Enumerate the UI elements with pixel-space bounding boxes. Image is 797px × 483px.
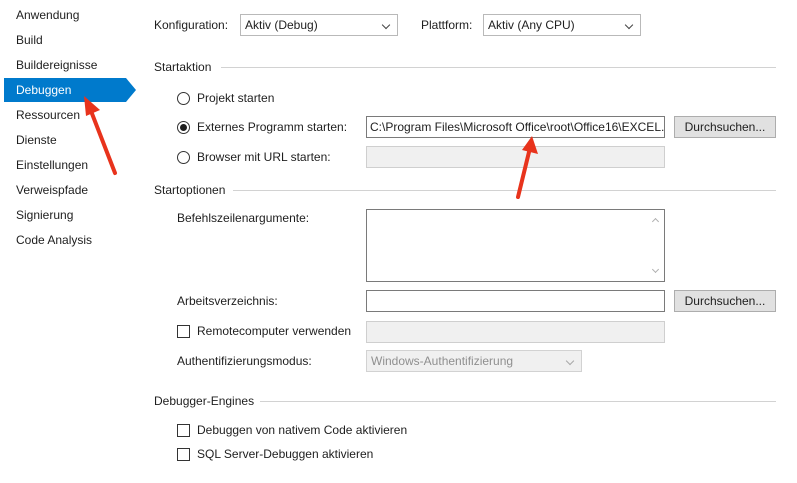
annotation-arrow-path <box>516 136 538 199</box>
annotation-arrow-sidebar <box>84 96 117 175</box>
annotation-overlay <box>84 96 538 199</box>
